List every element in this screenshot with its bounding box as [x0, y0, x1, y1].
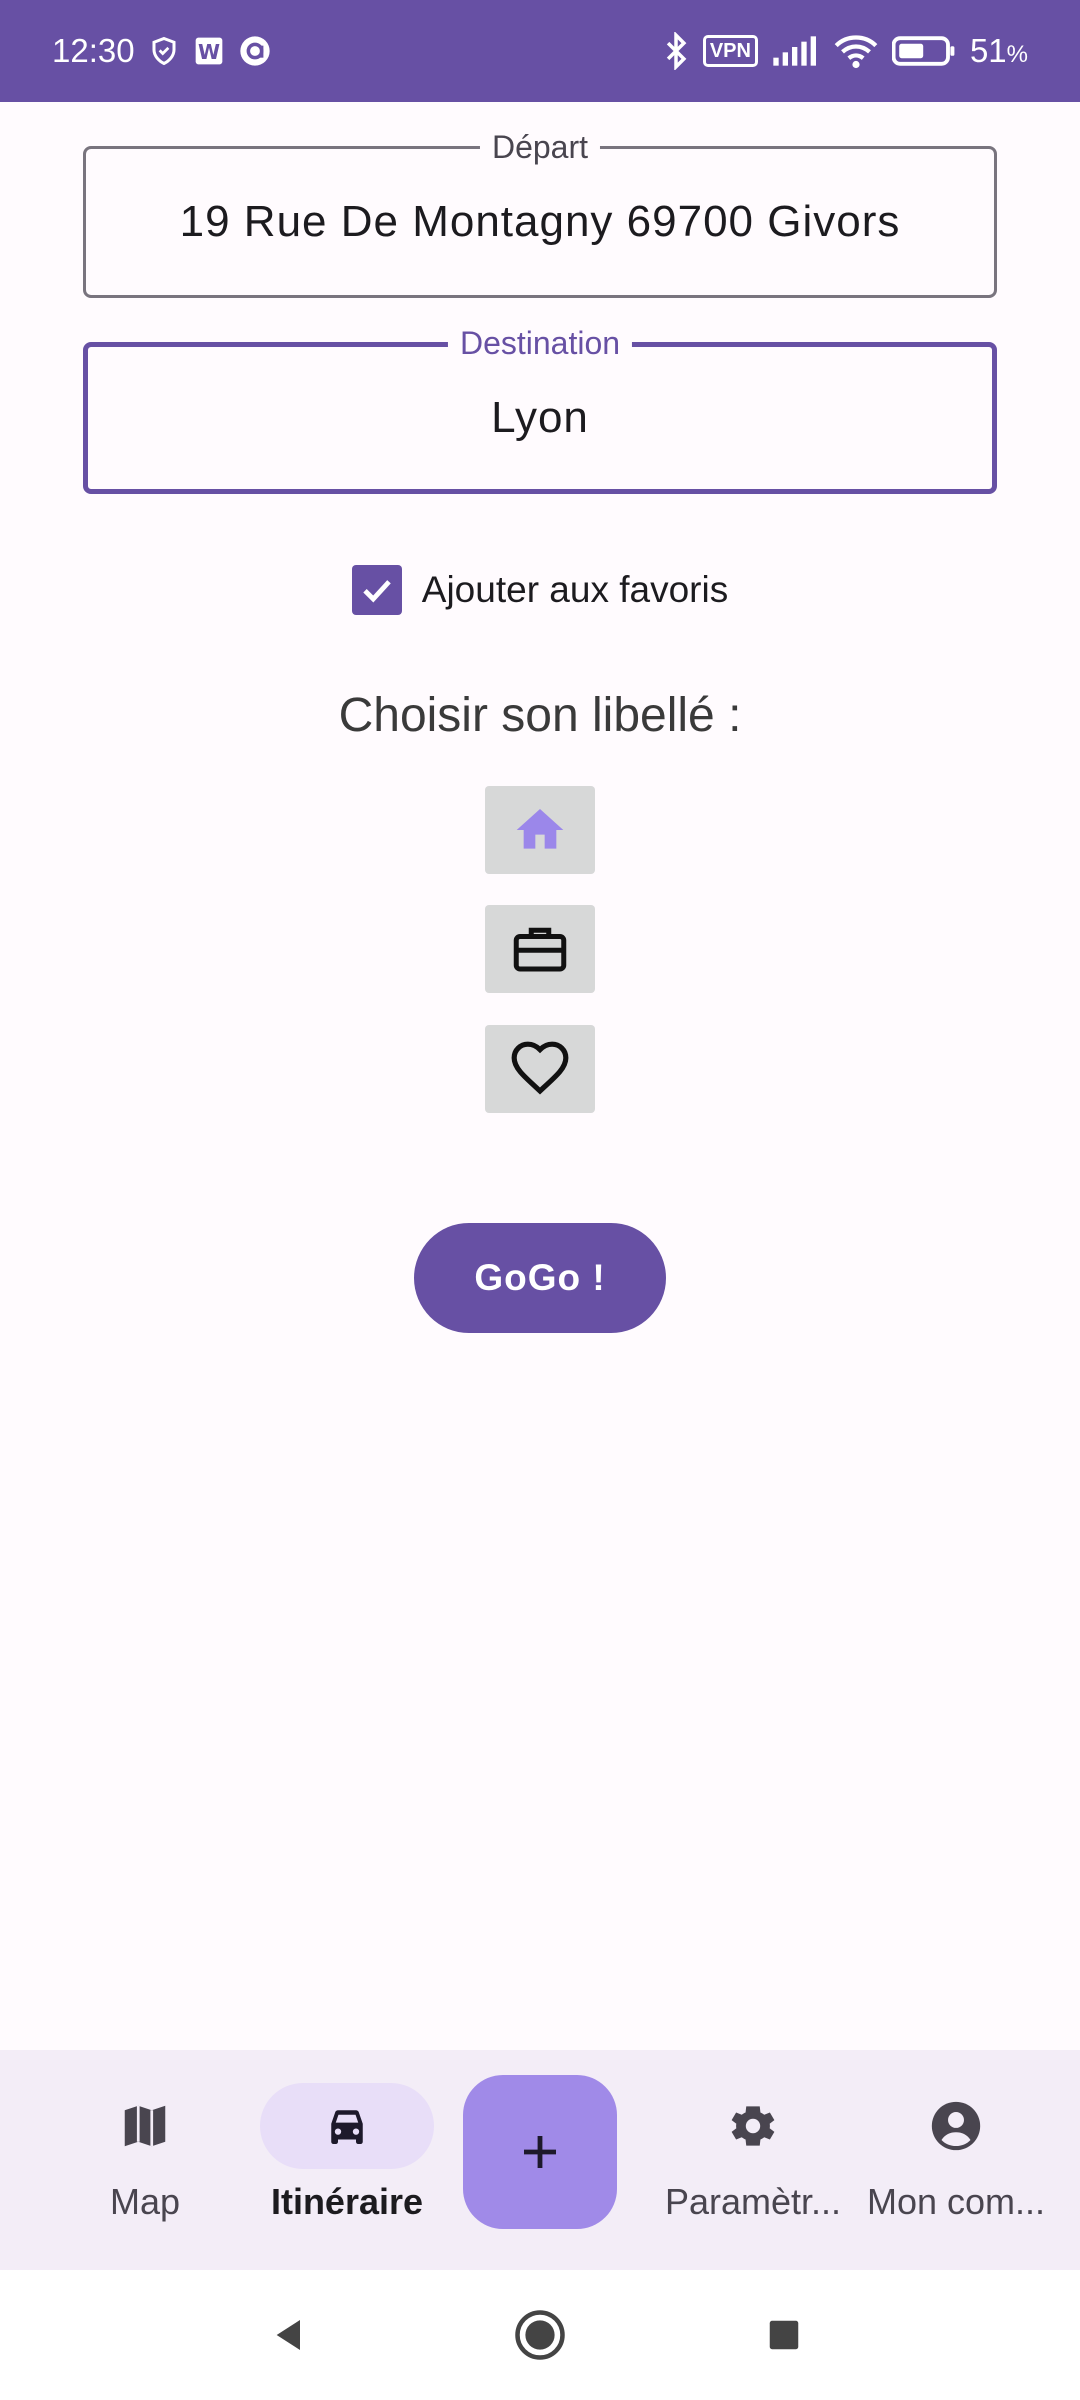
plus-icon — [524, 2136, 556, 2168]
account-icon — [931, 2101, 981, 2151]
label-option-heart[interactable] — [485, 1025, 595, 1113]
briefcase-icon — [513, 927, 567, 972]
svg-text:W: W — [198, 40, 220, 64]
favorite-checkbox[interactable] — [351, 565, 402, 615]
heart-icon — [511, 1041, 569, 1095]
gogo-button[interactable]: GoGo ! — [414, 1223, 666, 1333]
battery-icon — [891, 35, 956, 67]
recents-square-icon — [769, 2320, 799, 2350]
nav-label-parametres: Paramètr... — [664, 2181, 842, 2222]
nav-item-map[interactable]: Map — [58, 2050, 232, 2270]
add-fab-button[interactable] — [463, 2075, 617, 2229]
gear-icon — [731, 2106, 775, 2146]
nav-item-itineraire[interactable]: Itinéraire — [260, 2050, 434, 2270]
bluetooth-icon — [663, 32, 689, 70]
bottom-navigation: Map Itinéraire Paramètr... Mon com... — [0, 2050, 1080, 2270]
nav-label-map: Map — [109, 2181, 181, 2222]
nav-item-mon-compte[interactable]: Mon com... — [858, 2050, 1054, 2270]
screen: 12:30 W VPN 51% Départ 19 Rue De Montagn… — [0, 0, 1080, 2400]
departure-label: Départ — [479, 127, 601, 167]
departure-value: 19 Rue De Montagny 69700 Givors — [179, 197, 901, 246]
back-button[interactable] — [260, 2305, 320, 2365]
status-bar: 12:30 W VPN 51% — [0, 0, 1080, 102]
wifi-icon — [834, 33, 878, 69]
home-icon — [516, 809, 564, 849]
destination-value: Lyon — [491, 393, 589, 442]
car-icon — [331, 2110, 363, 2144]
home-circle-icon — [515, 2310, 565, 2360]
back-triangle-icon — [276, 2320, 300, 2350]
destination-label: Destination — [447, 323, 633, 363]
vpn-icon: VPN — [702, 35, 758, 67]
nav-label-itineraire: Itinéraire — [270, 2181, 424, 2222]
battery-percent: 51% — [969, 32, 1028, 69]
a-app-icon — [239, 35, 271, 67]
w-app-icon: W — [193, 35, 225, 67]
signal-icon — [772, 35, 820, 67]
destination-field[interactable]: Destination Lyon — [83, 323, 997, 494]
recents-button[interactable] — [754, 2305, 814, 2365]
label-option-home[interactable] — [485, 786, 595, 874]
clock: 12:30 — [52, 32, 135, 69]
home-button[interactable] — [510, 2305, 570, 2365]
check-icon — [363, 580, 391, 603]
map-icon — [124, 2105, 166, 2147]
favorite-checkbox-label: Ajouter aux favoris — [421, 569, 729, 610]
system-navigation-bar — [0, 2270, 1080, 2400]
shield-icon — [149, 36, 179, 66]
favorite-checkbox-row[interactable]: Ajouter aux favoris — [0, 560, 1080, 620]
nav-item-parametres[interactable]: Paramètr... — [648, 2050, 858, 2270]
label-option-work[interactable] — [485, 905, 595, 993]
nav-label-mon-compte: Mon com... — [866, 2181, 1046, 2222]
label-section-title: Choisir son libellé : — [338, 689, 742, 742]
departure-field[interactable]: Départ 19 Rue De Montagny 69700 Givors — [83, 127, 997, 298]
